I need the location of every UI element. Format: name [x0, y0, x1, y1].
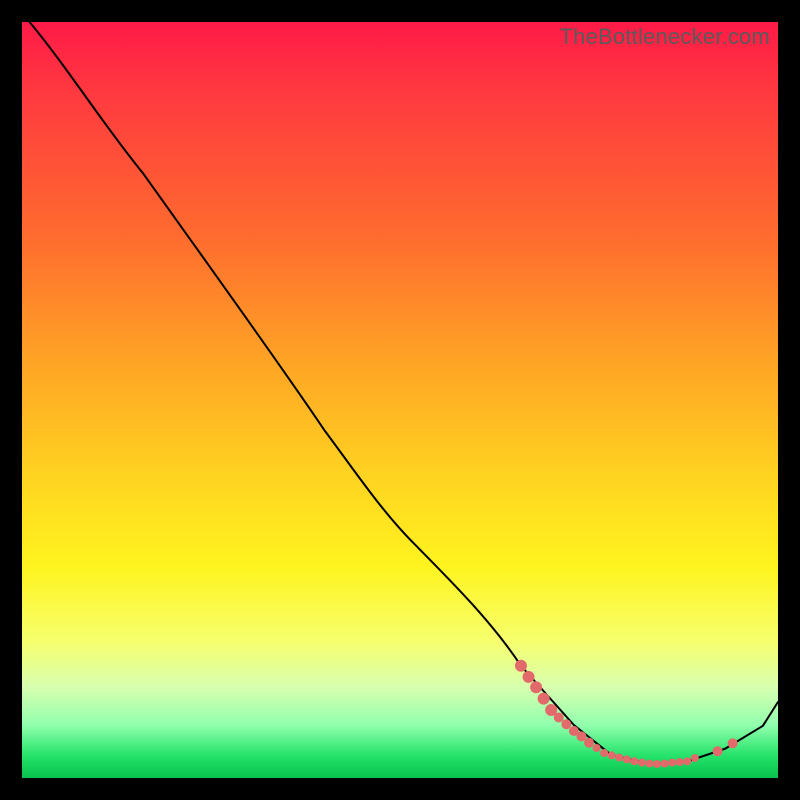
marker [600, 749, 608, 757]
marker [530, 681, 542, 693]
curve-svg [22, 22, 778, 778]
marker [538, 693, 550, 705]
marker [668, 759, 676, 767]
marker [584, 738, 594, 748]
marker [645, 760, 653, 768]
marker [728, 738, 738, 748]
marker [630, 757, 638, 765]
marker [615, 754, 623, 762]
marker [515, 660, 527, 672]
marker [638, 759, 646, 767]
marker [713, 746, 723, 756]
bottleneck-curve [30, 22, 778, 764]
marker [623, 755, 631, 763]
marker [653, 760, 661, 768]
marker [683, 757, 691, 765]
marker [661, 760, 669, 768]
marker [561, 719, 571, 729]
marker [523, 671, 535, 683]
marker [608, 751, 616, 759]
marker [593, 744, 601, 752]
marker [676, 758, 684, 766]
marker [554, 713, 564, 723]
markers-group [515, 660, 738, 768]
plot-area: TheBottlenecker.com [22, 22, 778, 778]
marker [691, 754, 699, 762]
chart-container: TheBottlenecker.com [0, 0, 800, 800]
